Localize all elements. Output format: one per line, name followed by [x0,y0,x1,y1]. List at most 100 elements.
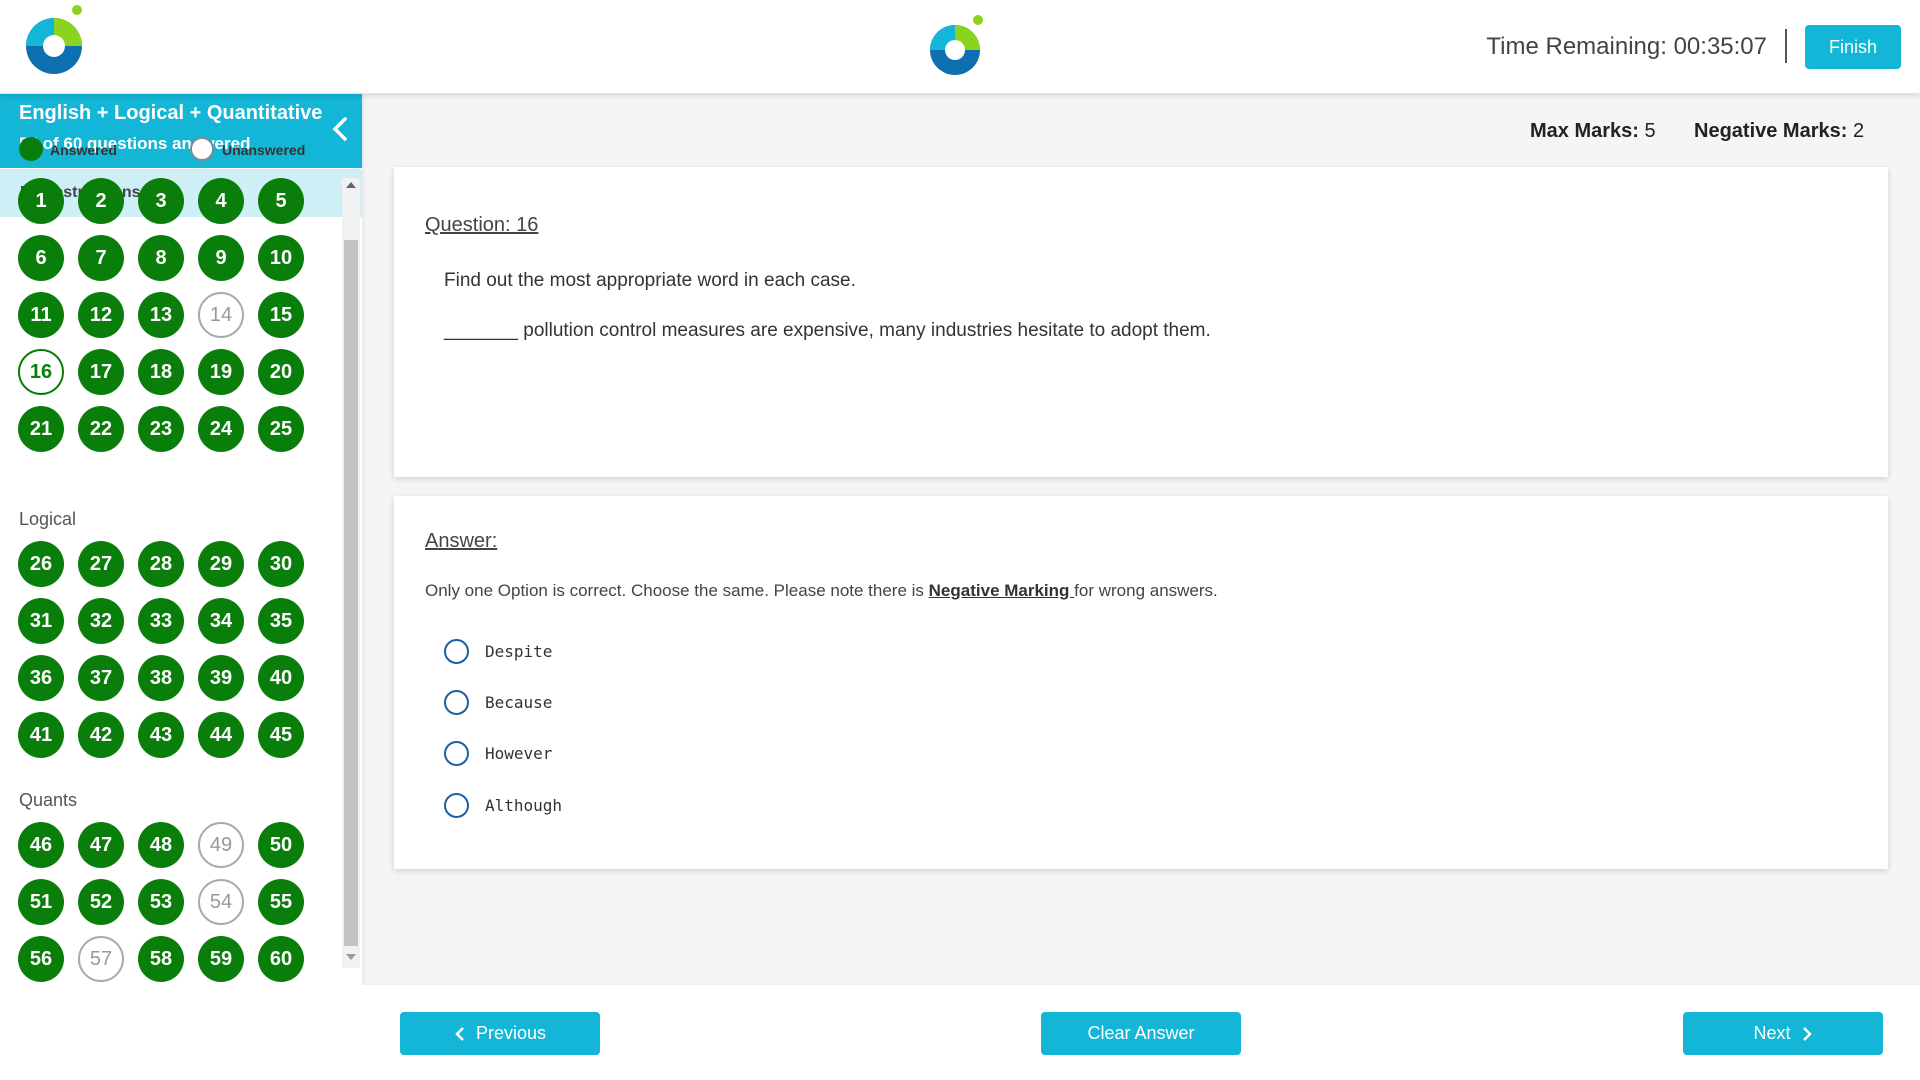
question-button-46[interactable]: 46 [18,822,64,868]
question-title: Question: 16 [425,214,539,236]
question-button-48[interactable]: 48 [138,822,184,868]
question-button-14[interactable]: 14 [198,292,244,338]
question-button-44[interactable]: 44 [198,712,244,758]
option-however[interactable]: However [444,739,552,767]
question-button-42[interactable]: 42 [78,712,124,758]
negative-marks-value: 2 [1852,120,1865,142]
chevron-left-icon[interactable] [328,114,352,144]
question-button-52[interactable]: 52 [78,879,124,925]
radio-button[interactable] [444,638,469,664]
question-button-30[interactable]: 30 [258,541,304,587]
question-grid: 46 47 48 49 50 51 52 53 54 55 56 57 58 59 60 [18,822,304,982]
question-button-17[interactable]: 17 [78,349,124,395]
question-sentence: _______ pollution control measures are e… [444,320,1211,341]
question-button-53[interactable]: 53 [138,879,184,925]
question-button-4[interactable]: 4 [198,178,244,224]
option-because[interactable]: Because [444,688,552,716]
question-button-49[interactable]: 49 [198,822,244,868]
timer-value: 00:35:07 [1673,33,1767,60]
question-button-20[interactable]: 20 [258,349,304,395]
group-label-logical: Logical [19,509,77,529]
scroll-down-icon[interactable] [346,954,356,960]
question-button-24[interactable]: 24 [198,406,244,452]
header-divider [1785,29,1787,63]
question-button-57[interactable]: 57 [78,936,124,982]
finish-button[interactable]: Finish [1805,25,1901,69]
question-button-33[interactable]: 33 [138,598,184,644]
question-button-37[interactable]: 37 [78,655,124,701]
question-button-54[interactable]: 54 [198,879,244,925]
question-button-40[interactable]: 40 [258,655,304,701]
question-button-9[interactable]: 9 [198,235,244,281]
question-button-56[interactable]: 56 [18,936,64,982]
question-button-25[interactable]: 25 [258,406,304,452]
question-button-8[interactable]: 8 [138,235,184,281]
question-button-19[interactable]: 19 [198,349,244,395]
question-button-28[interactable]: 28 [138,541,184,587]
option-despite[interactable]: Despite [444,637,552,665]
question-button-32[interactable]: 32 [78,598,124,644]
question-button-59[interactable]: 59 [198,936,244,982]
sidebar-scrollbar[interactable] [342,178,360,968]
question-button-41[interactable]: 41 [18,712,64,758]
answer-card: Answer: Only one Option is correct. Choo… [394,496,1888,869]
max-marks: Max Marks: 5 [1530,120,1656,143]
question-button-10[interactable]: 10 [258,235,304,281]
question-button-13[interactable]: 13 [138,292,184,338]
max-marks-value: 5 [1644,120,1656,142]
radio-button[interactable] [444,740,469,766]
next-button[interactable]: Next [1683,1012,1883,1055]
question-button-6[interactable]: 6 [18,235,64,281]
question-button-11[interactable]: 11 [18,292,64,338]
question-button-45[interactable]: 45 [258,712,304,758]
unanswered-legend-dot [190,137,214,161]
question-button-55[interactable]: 55 [258,879,304,925]
question-button-1[interactable]: 1 [18,178,64,224]
radio-button[interactable] [444,689,469,715]
question-button-5[interactable]: 5 [258,178,304,224]
option-although[interactable]: Although [444,791,562,819]
brand-logo [26,5,82,74]
question-button-15[interactable]: 15 [258,292,304,338]
scroll-up-icon[interactable] [346,182,356,188]
answered-legend-dot [19,137,43,161]
section-title: English + Logical + Quantitative [19,102,323,124]
question-button-60[interactable]: 60 [258,936,304,982]
question-button-2[interactable]: 2 [78,178,124,224]
footer-bar: Previous Clear Answer Next [362,984,1920,1080]
radio-button[interactable] [444,792,469,818]
question-button-51[interactable]: 51 [18,879,64,925]
question-button-18[interactable]: 18 [138,349,184,395]
question-button-21[interactable]: 21 [18,406,64,452]
question-button-3[interactable]: 3 [138,178,184,224]
question-grid-area: 1 2 3 4 5 6 7 8 9 10 11 12 13 14 15 16 17 18 19 20 21 22 23 24 2… [0,178,342,986]
question-button-50[interactable]: 50 [258,822,304,868]
question-button-35[interactable]: 35 [258,598,304,644]
question-button-26[interactable]: 26 [18,541,64,587]
previous-label: Previous [475,1023,547,1043]
question-button-16[interactable]: 16 [18,349,64,395]
max-marks-label: Max Marks: [1530,120,1639,142]
chevron-right-icon [1802,1026,1812,1041]
question-button-22[interactable]: 22 [78,406,124,452]
scroll-thumb[interactable] [344,240,358,946]
question-button-47[interactable]: 47 [78,822,124,868]
question-button-36[interactable]: 36 [18,655,64,701]
question-button-23[interactable]: 23 [138,406,184,452]
question-button-34[interactable]: 34 [198,598,244,644]
negative-marking-link[interactable]: Negative Marking [929,581,1075,600]
question-button-58[interactable]: 58 [138,936,184,982]
previous-button[interactable]: Previous [400,1012,600,1055]
time-remaining: Time Remaining: 00:35:07 [1486,33,1767,61]
question-button-31[interactable]: 31 [18,598,64,644]
question-button-29[interactable]: 29 [198,541,244,587]
clear-answer-button[interactable]: Clear Answer [1041,1012,1241,1055]
question-button-43[interactable]: 43 [138,712,184,758]
group-label-quants: Quants [19,790,78,810]
question-button-27[interactable]: 27 [78,541,124,587]
question-button-38[interactable]: 38 [138,655,184,701]
question-button-7[interactable]: 7 [78,235,124,281]
question-button-39[interactable]: 39 [198,655,244,701]
option-label: Because [485,692,553,712]
question-button-12[interactable]: 12 [78,292,124,338]
